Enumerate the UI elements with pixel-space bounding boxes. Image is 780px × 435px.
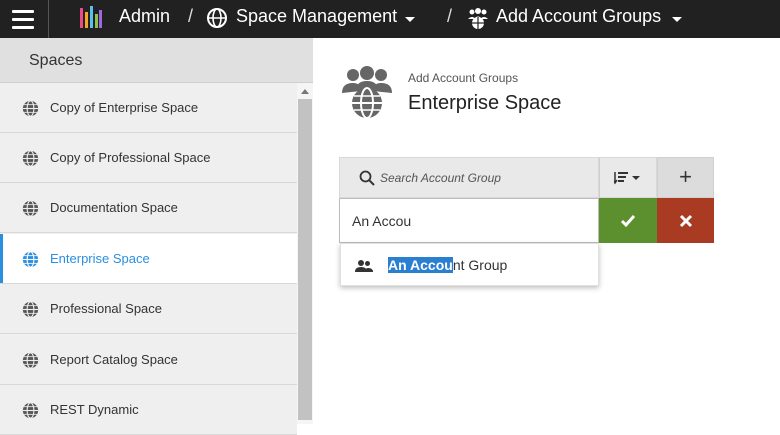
sidebar-item-report-catalog-space[interactable]: Report Catalog Space — [0, 335, 297, 385]
sidebar-header: Spaces — [0, 38, 313, 83]
page-title: Enterprise Space — [408, 92, 562, 114]
suggestion-match: An Accou — [388, 257, 453, 273]
globe-icon — [22, 352, 39, 369]
sidebar-item-label: Copy of Professional Space — [50, 150, 211, 165]
globe-icon — [22, 150, 39, 167]
scroll-up-icon[interactable] — [301, 89, 309, 94]
search-icon — [359, 170, 375, 186]
top-bar: Admin / Space Management / Add Account G… — [0, 0, 780, 38]
sidebar-item-label: Report Catalog Space — [50, 352, 178, 367]
sidebar-item-copy-of-professional-space[interactable]: Copy of Professional Space — [0, 133, 297, 183]
people-icon — [468, 8, 488, 29]
cancel-button[interactable] — [657, 198, 714, 243]
sort-button[interactable] — [599, 157, 657, 198]
sidebar-item-label: Copy of Enterprise Space — [50, 100, 199, 115]
sort-icon — [614, 172, 640, 185]
globe-icon — [207, 8, 227, 28]
sidebar-scrollbar[interactable] — [297, 83, 313, 424]
hamburger-icon[interactable] — [0, 0, 46, 38]
globe-icon — [22, 100, 39, 117]
suggestion-dropdown: An Account Group — [340, 243, 599, 286]
breadcrumb-separator: / — [188, 6, 194, 26]
sidebar-item-copy-of-enterprise-space[interactable]: Copy of Enterprise Space — [0, 83, 297, 133]
account-group-name-input[interactable] — [339, 198, 599, 243]
sidebar-item-enterprise-space[interactable]: Enterprise Space — [0, 234, 297, 284]
globe-icon — [22, 402, 39, 419]
admin-link[interactable]: Admin — [119, 6, 170, 27]
sidebar-item-label: Enterprise Space — [50, 251, 150, 266]
globe-icon — [22, 251, 39, 268]
logo-icon[interactable] — [80, 6, 102, 30]
sidebar-item-documentation-space[interactable]: Documentation Space — [0, 183, 297, 233]
search-bar — [339, 157, 599, 198]
add-account-group-button[interactable]: + — [657, 157, 714, 198]
chevron-down-icon[interactable] — [672, 17, 682, 22]
sidebar-item-label: Documentation Space — [50, 200, 178, 215]
chevron-down-icon[interactable] — [405, 17, 415, 22]
sidebar: Spaces Copy of Enterprise Space Copy of … — [0, 38, 313, 435]
page-subtitle: Add Account Groups — [408, 71, 519, 85]
sidebar-item-professional-space[interactable]: Professional Space — [0, 284, 297, 334]
check-icon — [620, 214, 636, 227]
suggestion-item[interactable]: An Account Group — [388, 257, 507, 273]
globe-icon — [22, 200, 39, 217]
space-management-menu[interactable]: Space Management — [236, 6, 397, 27]
sidebar-item-label: REST Dynamic — [50, 402, 139, 417]
sidebar-title: Spaces — [29, 52, 83, 69]
suggestion-rest: nt Group — [452, 257, 508, 273]
add-account-groups-menu[interactable]: Add Account Groups — [496, 6, 661, 27]
topbar-divider — [48, 0, 49, 38]
sidebar-item-label: Professional Space — [50, 301, 163, 316]
sidebar-item-rest-dynamic[interactable]: REST Dynamic — [0, 385, 297, 435]
search-input[interactable] — [380, 166, 590, 190]
people-icon — [355, 260, 373, 272]
confirm-button[interactable] — [599, 198, 657, 243]
account-groups-icon — [342, 66, 392, 119]
breadcrumb-separator: / — [447, 6, 453, 26]
scrollbar-thumb[interactable] — [298, 99, 312, 420]
globe-icon — [22, 301, 39, 318]
close-icon — [679, 214, 692, 227]
